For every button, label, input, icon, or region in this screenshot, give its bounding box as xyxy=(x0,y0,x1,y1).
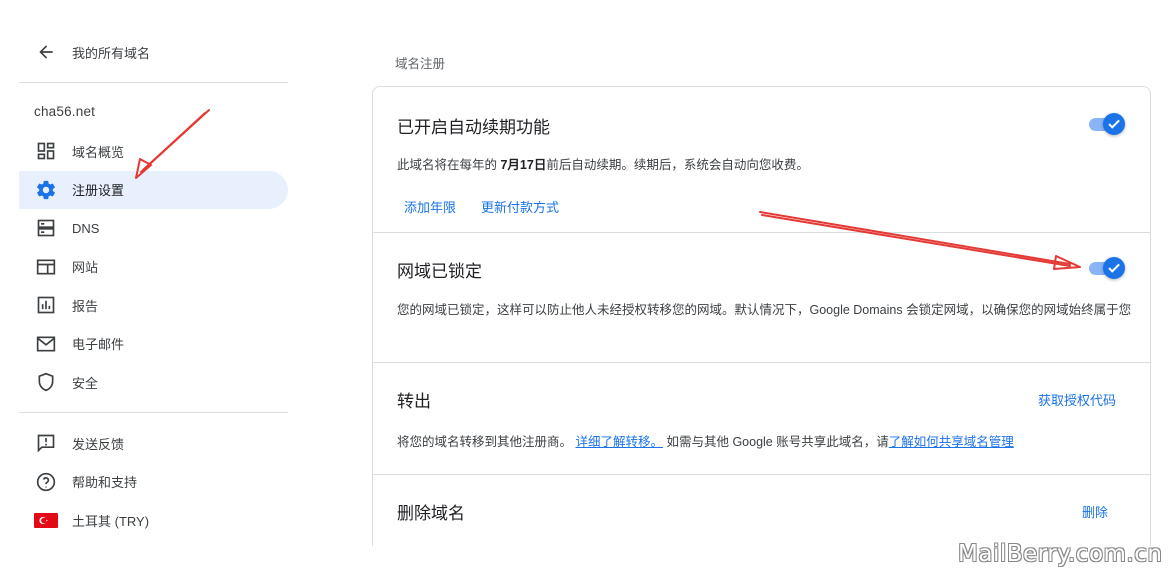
registration-card: 已开启自动续期功能 此域名将在每年的 7月17日前后自动续期。续期后，系统会自动… xyxy=(372,86,1151,546)
dashboard-icon xyxy=(34,139,58,163)
auto-renew-date: 7月17日 xyxy=(500,158,547,172)
sidebar-secondary-nav: 发送反馈 帮助和支持 土耳其 (TRY) xyxy=(19,424,288,540)
sidebar-item-label: DNS xyxy=(72,220,100,236)
sidebar-divider xyxy=(19,412,288,413)
domain-lock-description: 您的网域已锁定，这样可以防止他人未经授权转移您的网域。默认情况下，Google … xyxy=(397,303,1132,317)
sidebar-item-email[interactable]: 电子邮件 xyxy=(19,325,288,364)
turkey-flag-icon xyxy=(34,508,58,532)
sidebar-item-dns[interactable]: DNS xyxy=(19,209,288,248)
sidebar-item-label: 注册设置 xyxy=(72,183,125,199)
dns-icon xyxy=(34,216,58,240)
learn-transfer-link[interactable]: 详细了解转移。 xyxy=(575,435,663,449)
gear-icon xyxy=(34,178,58,202)
email-icon xyxy=(34,332,58,356)
sidebar-item-label: 安全 xyxy=(72,375,99,391)
check-icon xyxy=(1103,113,1125,135)
sidebar-item-label: 电子邮件 xyxy=(72,337,125,353)
auto-renew-title: 已开启自动续期功能 xyxy=(397,118,550,137)
back-to-all-domains-link[interactable]: 我的所有域名 xyxy=(34,38,150,66)
watermark: MailBerry.com.cn xyxy=(958,541,1163,567)
auto-renew-desc-prefix: 此域名将在每年的 xyxy=(397,158,501,172)
arrow-back-icon xyxy=(34,40,58,64)
shield-icon xyxy=(34,370,58,394)
section-title: 域名注册 xyxy=(395,57,446,71)
sidebar-item-label: 报告 xyxy=(72,298,99,314)
delete-domain-title: 删除域名 xyxy=(397,504,465,523)
domain-lock-section: 网域已锁定 您的网域已锁定，这样可以防止他人未经授权转移您的网域。默认情况下，G… xyxy=(373,233,1150,363)
auto-renew-toggle[interactable] xyxy=(1089,113,1125,135)
help-icon xyxy=(34,470,58,494)
sidebar-item-label: 帮助和支持 xyxy=(72,475,138,491)
transfer-desc-prefix: 将您的域名转移到其他注册商。 xyxy=(397,435,576,449)
sidebar-item-currency[interactable]: 土耳其 (TRY) xyxy=(19,501,288,540)
sidebar-item-security[interactable]: 安全 xyxy=(19,363,288,402)
sidebar-item-label: 域名概览 xyxy=(72,144,125,160)
transfer-out-title: 转出 xyxy=(397,392,431,411)
sidebar-nav: 域名概览 注册设置 DNS 网站 报告 电子邮件 安全 xyxy=(19,132,288,402)
sidebar-item-overview[interactable]: 域名概览 xyxy=(19,132,288,171)
learn-share-link[interactable]: 了解如何共享域名管理 xyxy=(889,435,1014,449)
feedback-icon xyxy=(34,431,58,455)
sidebar-item-feedback[interactable]: 发送反馈 xyxy=(19,424,288,463)
sidebar-item-website[interactable]: 网站 xyxy=(19,248,288,287)
get-auth-code-link[interactable]: 获取授权代码 xyxy=(1038,390,1116,409)
update-payment-link[interactable]: 更新付款方式 xyxy=(481,197,559,216)
sidebar-item-help[interactable]: 帮助和支持 xyxy=(19,463,288,502)
sidebar-item-reports[interactable]: 报告 xyxy=(19,286,288,325)
website-icon xyxy=(34,255,58,279)
sidebar-item-registration-settings[interactable]: 注册设置 xyxy=(19,170,288,209)
check-icon xyxy=(1103,257,1125,279)
sidebar-item-label: 土耳其 (TRY) xyxy=(72,513,150,529)
domain-name: cha56.net xyxy=(34,104,96,119)
report-icon xyxy=(34,293,58,317)
domain-lock-title: 网域已锁定 xyxy=(397,262,482,281)
sidebar-item-label: 发送反馈 xyxy=(72,436,125,452)
transfer-desc-middle: 如需与其他 Google 账号共享此域名，请 xyxy=(663,435,889,449)
transfer-out-description: 将您的域名转移到其他注册商。 详细了解转移。 如需与其他 Google 账号共享… xyxy=(397,432,1014,452)
domain-lock-toggle[interactable] xyxy=(1089,257,1125,279)
delete-domain-section: 删除域名 删除 xyxy=(373,475,1150,546)
add-years-link[interactable]: 添加年限 xyxy=(404,197,456,216)
sidebar-item-label: 网站 xyxy=(72,260,99,276)
auto-renew-section: 已开启自动续期功能 此域名将在每年的 7月17日前后自动续期。续期后，系统会自动… xyxy=(373,87,1150,233)
delete-domain-link[interactable]: 删除 xyxy=(1082,502,1108,521)
auto-renew-desc-suffix: 前后自动续期。续期后，系统会自动向您收费。 xyxy=(546,158,809,172)
auto-renew-description: 此域名将在每年的 7月17日前后自动续期。续期后，系统会自动向您收费。 xyxy=(397,155,809,175)
transfer-out-section: 转出 获取授权代码 将您的域名转移到其他注册商。 详细了解转移。 如需与其他 G… xyxy=(373,363,1150,475)
back-label: 我的所有域名 xyxy=(72,45,151,61)
sidebar: 我的所有域名 cha56.net 域名概览 注册设置 DNS 网站 报告 电子邮… xyxy=(0,0,300,575)
sidebar-divider xyxy=(19,82,288,83)
